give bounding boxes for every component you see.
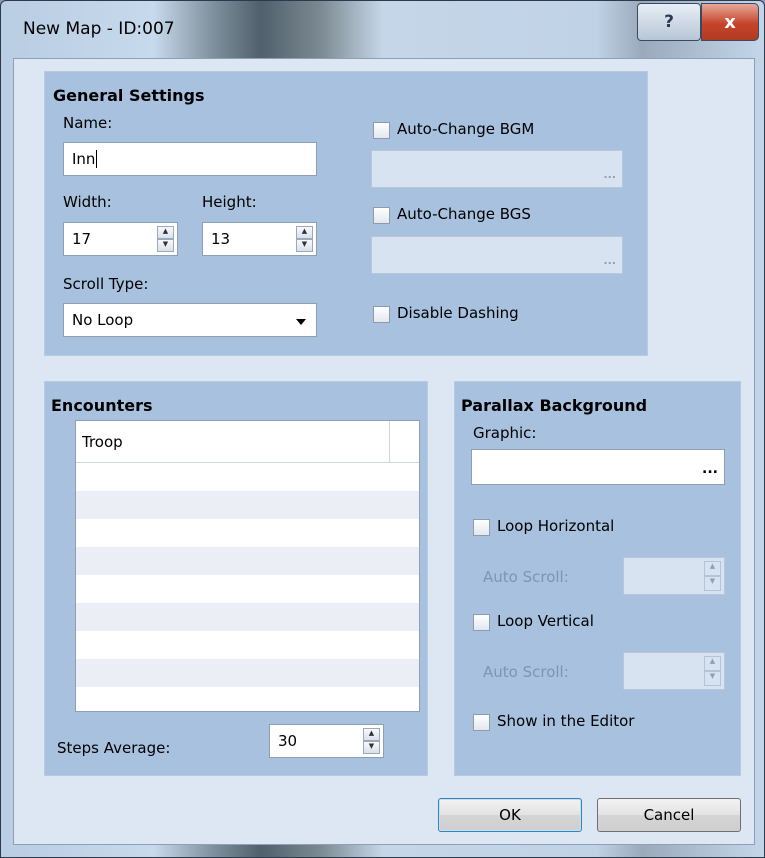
spin-up-icon[interactable]: ▲ <box>296 226 313 239</box>
scroll-type-value: No Loop <box>72 311 134 329</box>
width-spinbox[interactable]: 17 ▲ ▼ <box>63 222 178 256</box>
close-button[interactable]: x <box>701 3 759 41</box>
auto-scroll-horizontal-label: Auto Scroll: <box>483 568 569 586</box>
spin-up-icon[interactable]: ▲ <box>157 226 174 239</box>
bgm-selector: ... <box>371 150 623 188</box>
parallax-title: Parallax Background <box>461 396 648 415</box>
disable-dashing-label[interactable]: Disable Dashing <box>397 304 519 322</box>
list-item[interactable] <box>76 547 419 575</box>
spin-down-icon[interactable]: ▼ <box>157 239 174 252</box>
spin-down-icon: ▼ <box>704 576 721 591</box>
name-value: Inn <box>72 150 96 168</box>
close-icon: x <box>724 11 736 33</box>
text-caret <box>96 150 98 168</box>
ok-button[interactable]: OK <box>438 798 582 832</box>
cancel-button-label: Cancel <box>643 806 695 824</box>
ellipsis-icon[interactable]: ... <box>702 461 718 477</box>
auto-scroll-horizontal-spinbox: ▲ ▼ <box>623 557 725 595</box>
show-in-editor-checkbox[interactable] <box>473 714 490 731</box>
spin-down-icon: ▼ <box>704 671 721 686</box>
width-spin-buttons[interactable]: ▲ ▼ <box>157 226 174 252</box>
height-value: 13 <box>211 230 231 248</box>
general-settings-title: General Settings <box>53 86 205 105</box>
loop-vertical-checkbox[interactable] <box>473 614 490 631</box>
name-input[interactable]: Inn <box>63 142 317 176</box>
list-item[interactable] <box>76 519 419 547</box>
encounters-group: Encounters Troop Steps Average: 30 ▲ ▼ <box>44 381 428 776</box>
loop-vertical-label[interactable]: Loop Vertical <box>497 612 594 630</box>
list-item[interactable] <box>76 631 419 659</box>
auto-scroll-vertical-spinbox: ▲ ▼ <box>623 652 725 690</box>
graphic-selector[interactable]: ... <box>471 449 725 485</box>
list-item[interactable] <box>76 491 419 519</box>
troop-column-header[interactable]: Troop <box>82 433 123 451</box>
auto-scroll-vertical-label: Auto Scroll: <box>483 663 569 681</box>
spin-down-icon[interactable]: ▼ <box>363 741 380 754</box>
auto-change-bgs-checkbox[interactable] <box>373 207 390 224</box>
steps-average-label: Steps Average: <box>57 739 171 757</box>
new-map-dialog: New Map - ID:007 ? x General Settings Na… <box>0 0 765 858</box>
title-bar[interactable]: New Map - ID:007 ? x <box>1 1 764 57</box>
spin-up-icon[interactable]: ▲ <box>363 728 380 741</box>
disable-dashing-checkbox[interactable] <box>373 306 390 323</box>
encounters-title: Encounters <box>51 396 153 415</box>
graphic-label: Graphic: <box>473 424 537 442</box>
scroll-type-label: Scroll Type: <box>63 275 149 293</box>
auto-scroll-h-spin-buttons: ▲ ▼ <box>704 561 721 591</box>
width-label: Width: <box>63 193 112 211</box>
list-item[interactable] <box>76 575 419 603</box>
spin-up-icon: ▲ <box>704 656 721 671</box>
height-label: Height: <box>202 193 257 211</box>
parallax-background-group: Parallax Background Graphic: ... Loop Ho… <box>454 381 741 776</box>
steps-average-value: 30 <box>278 732 298 750</box>
show-in-editor-label[interactable]: Show in the Editor <box>497 712 634 730</box>
spin-down-icon[interactable]: ▼ <box>296 239 313 252</box>
window-title: New Map - ID:007 <box>23 19 175 39</box>
name-label: Name: <box>63 114 113 132</box>
list-item[interactable] <box>76 603 419 631</box>
column-divider[interactable] <box>389 421 390 463</box>
bgs-selector: ... <box>371 236 623 274</box>
ok-button-label: OK <box>499 806 521 824</box>
dialog-body: General Settings Name: Inn Width: 17 ▲ ▼… <box>13 58 755 845</box>
list-item[interactable] <box>76 687 419 711</box>
steps-spin-buttons[interactable]: ▲ ▼ <box>363 728 380 754</box>
help-icon: ? <box>664 12 674 32</box>
ellipsis-icon: ... <box>603 168 616 181</box>
height-spinbox[interactable]: 13 ▲ ▼ <box>202 222 317 256</box>
steps-average-spinbox[interactable]: 30 ▲ ▼ <box>269 724 384 758</box>
loop-horizontal-checkbox[interactable] <box>473 519 490 536</box>
list-item[interactable] <box>76 463 419 491</box>
auto-change-bgs-label[interactable]: Auto-Change BGS <box>397 205 531 223</box>
height-spin-buttons[interactable]: ▲ ▼ <box>296 226 313 252</box>
spin-up-icon: ▲ <box>704 561 721 576</box>
ellipsis-icon: ... <box>603 254 616 267</box>
cancel-button[interactable]: Cancel <box>597 798 741 832</box>
width-value: 17 <box>72 230 92 248</box>
general-settings-group: General Settings Name: Inn Width: 17 ▲ ▼… <box>44 71 648 356</box>
auto-change-bgm-label[interactable]: Auto-Change BGM <box>397 120 534 138</box>
auto-scroll-v-spin-buttons: ▲ ▼ <box>704 656 721 686</box>
help-button[interactable]: ? <box>637 3 701 41</box>
auto-change-bgm-checkbox[interactable] <box>373 122 390 139</box>
scroll-type-dropdown[interactable]: No Loop <box>63 303 317 337</box>
troop-list-header: Troop <box>76 421 419 463</box>
list-item[interactable] <box>76 659 419 687</box>
chevron-down-icon <box>296 319 306 325</box>
troop-list[interactable]: Troop <box>75 420 420 712</box>
loop-horizontal-label[interactable]: Loop Horizontal <box>497 517 614 535</box>
